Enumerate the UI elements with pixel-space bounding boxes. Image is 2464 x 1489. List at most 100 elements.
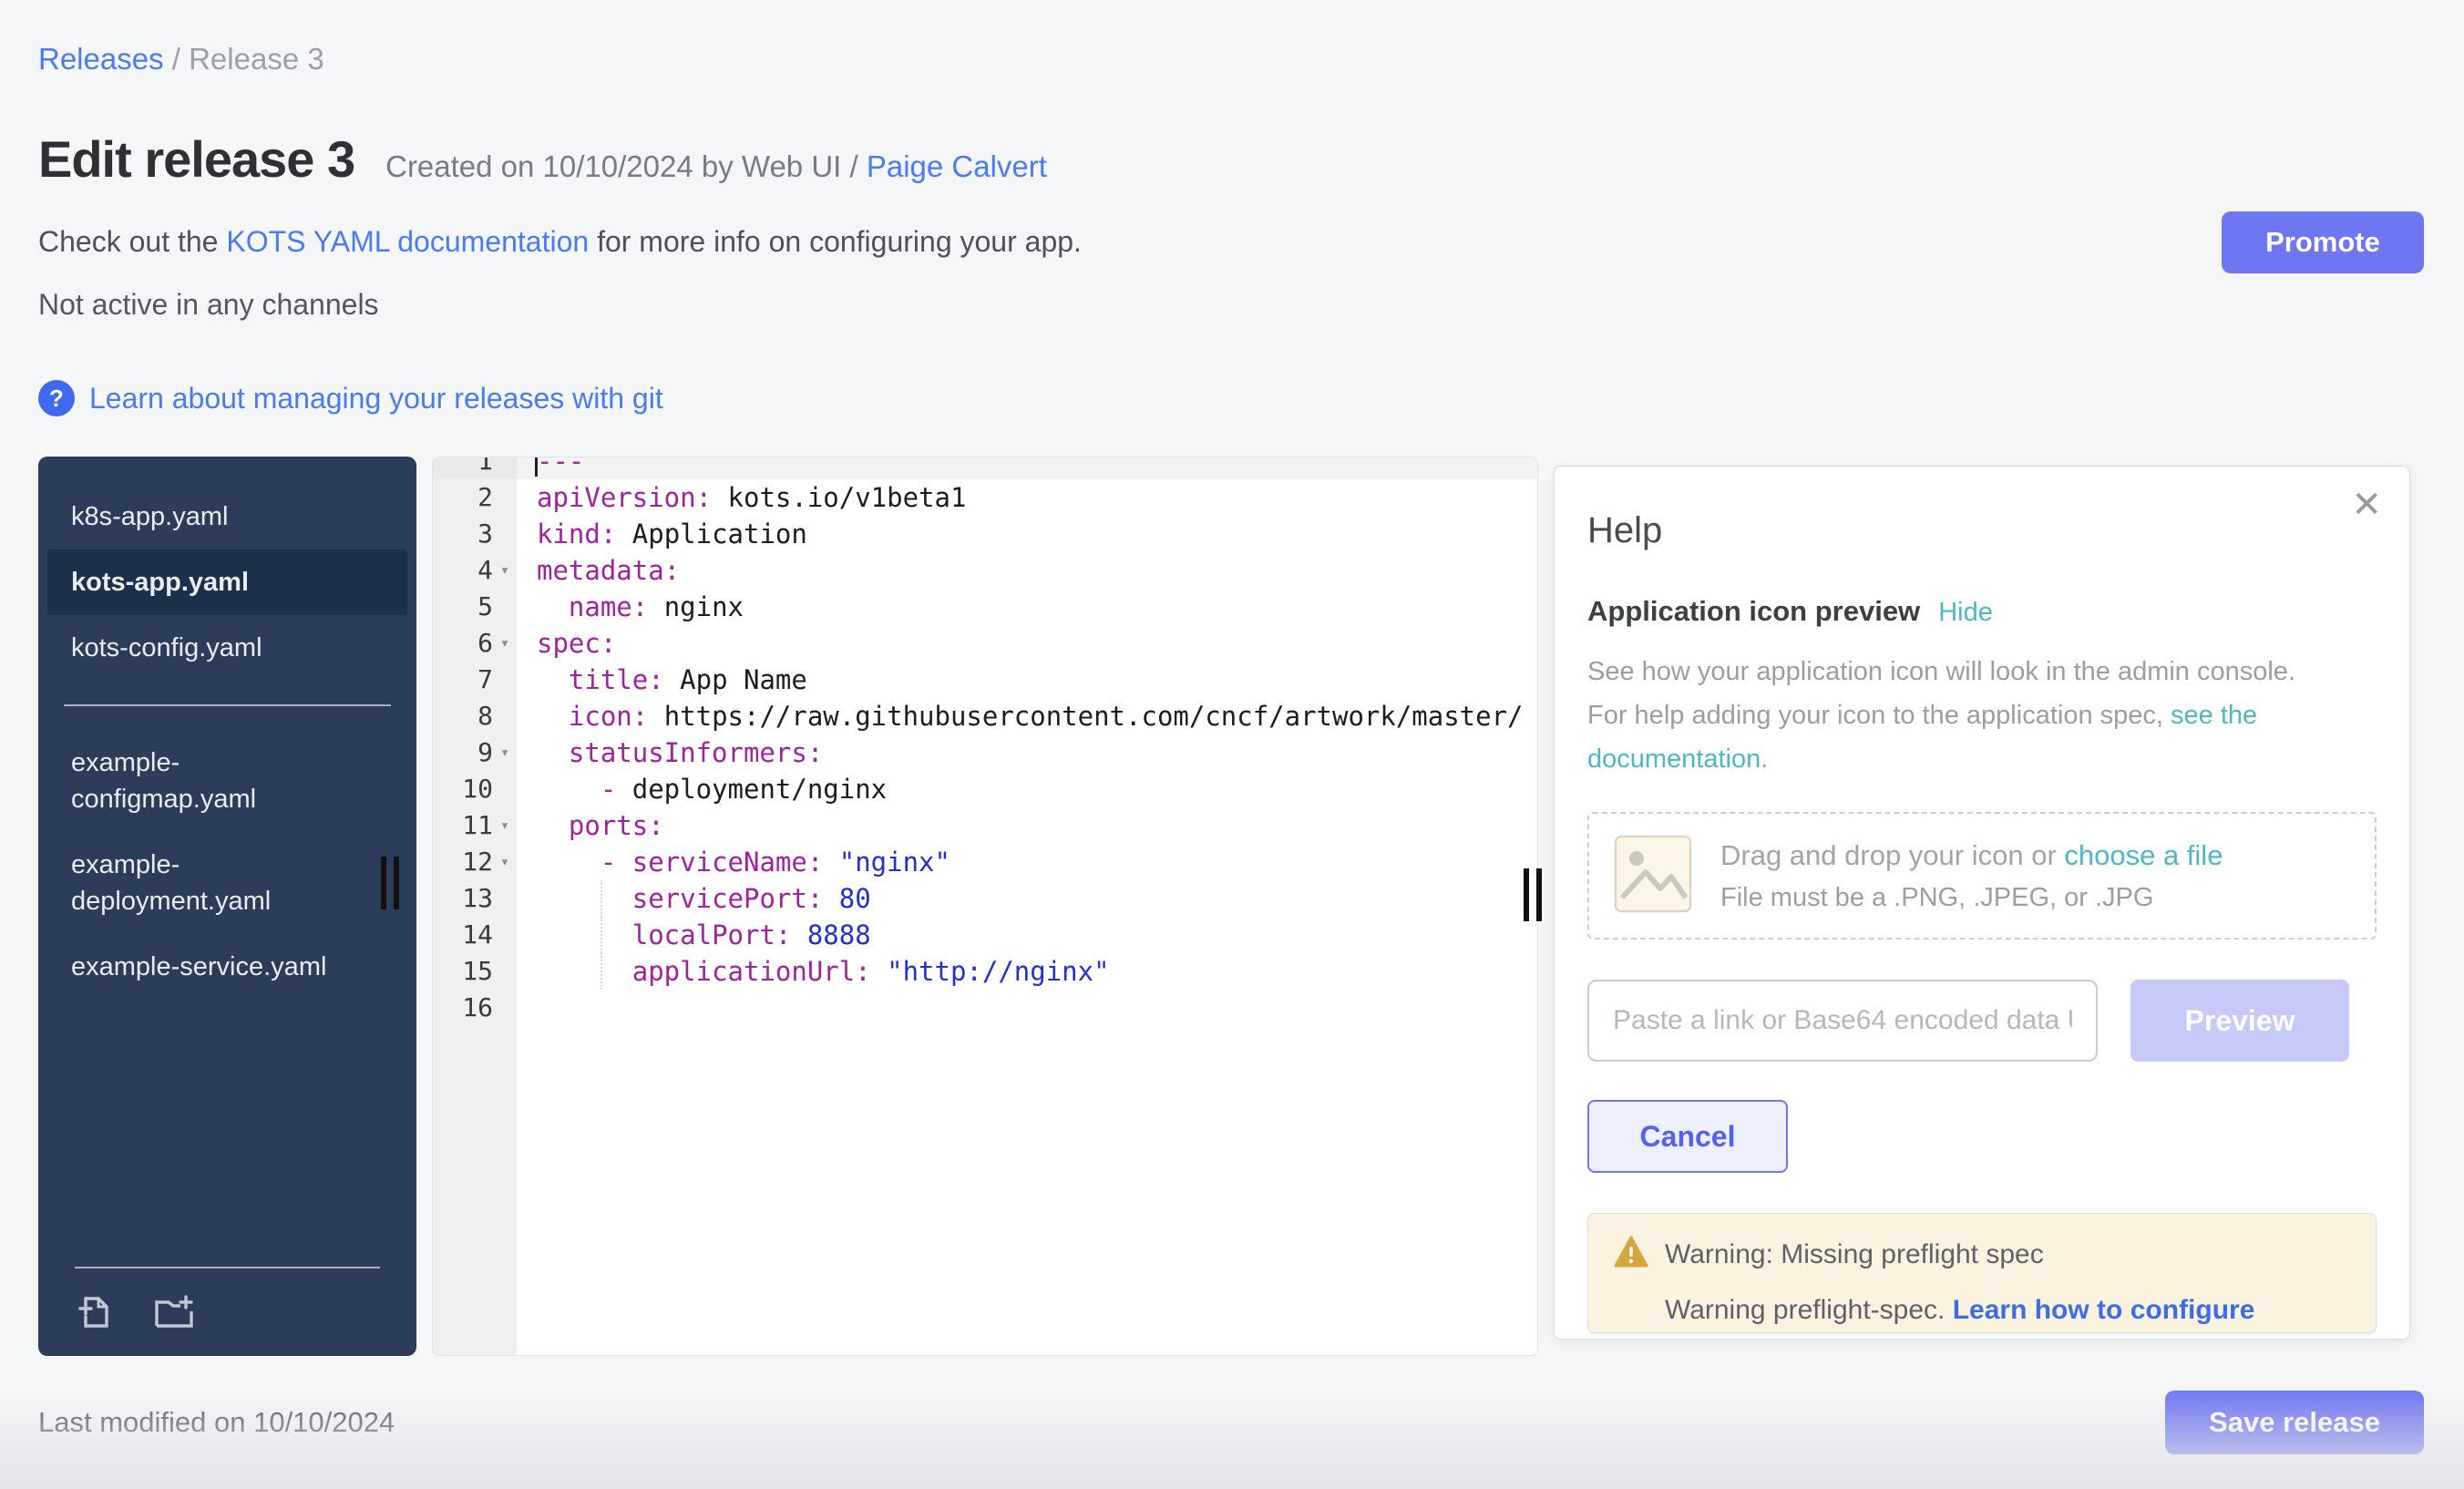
code-text: icon: https://raw.githubusercontent.com/…: [517, 698, 1537, 734]
line-number: 5: [433, 589, 517, 625]
code-line-7[interactable]: 7 title: App Name: [433, 662, 1537, 698]
code-text: ports:: [517, 807, 1537, 844]
warning-icon: [1614, 1236, 1648, 1273]
sidebar-bottom: [38, 1267, 416, 1332]
file-item-kots-config-yaml[interactable]: kots-config.yaml: [38, 615, 416, 681]
git-releases-link[interactable]: Learn about managing your releases with …: [89, 382, 663, 416]
code-text: kind: Application: [517, 516, 1537, 552]
code-line-9[interactable]: 9▾ statusInformers:: [433, 734, 1537, 771]
new-folder-icon[interactable]: [151, 1290, 197, 1332]
section-title: Application icon preview: [1587, 595, 1920, 628]
cancel-button[interactable]: Cancel: [1587, 1100, 1788, 1173]
code-text: metadata:: [517, 552, 1537, 589]
learn-how-to-configure-link[interactable]: Learn how to configure: [1953, 1295, 2255, 1325]
code-text: apiVersion: kots.io/v1beta1: [517, 479, 1537, 516]
code-line-10[interactable]: 10 - deployment/nginx: [433, 771, 1537, 807]
main-content: k8s-app.yamlkots-app.yamlkots-config.yam…: [38, 457, 2410, 1356]
warning-title: Warning: Missing preflight spec: [1665, 1239, 2044, 1270]
code-line-16[interactable]: 16: [433, 990, 1537, 1026]
section-description: See how your application icon will look …: [1587, 650, 2325, 781]
code-text: spec:: [517, 625, 1537, 662]
fold-chevron-icon[interactable]: ▾: [493, 552, 517, 589]
preview-button[interactable]: Preview: [2130, 980, 2349, 1062]
icon-url-input[interactable]: [1587, 980, 2098, 1062]
file-sidebar: k8s-app.yamlkots-app.yamlkots-config.yam…: [38, 457, 416, 1356]
docs-line: Check out the KOTS YAML documentation fo…: [38, 225, 2464, 259]
icon-preview-section-header: Application icon preview Hide: [1587, 595, 2377, 628]
code-line-13[interactable]: 13 servicePort: 80: [433, 880, 1537, 917]
choose-file-link[interactable]: choose a file: [2064, 839, 2223, 871]
code-line-4[interactable]: 4▾metadata:: [433, 552, 1537, 589]
text-cursor: [535, 457, 538, 477]
new-file-icon[interactable]: [75, 1290, 117, 1332]
code-lines: 1---2apiVersion: kots.io/v1beta13kind: A…: [433, 457, 1537, 1026]
kots-yaml-docs-link[interactable]: KOTS YAML documentation: [226, 225, 589, 258]
git-help-row: ? Learn about managing your releases wit…: [38, 380, 2464, 416]
dropzone-hint: File must be a .PNG, .JPEG, or .JPG: [1720, 883, 2223, 913]
question-mark-icon: ?: [38, 380, 75, 416]
code-line-12[interactable]: 12▾ - serviceName: "nginx": [433, 844, 1537, 880]
code-text: applicationUrl: "http://nginx": [517, 953, 1537, 990]
help-title: Help: [1587, 510, 2377, 551]
edit-release-page: Releases / Release 3 Edit release 3 Crea…: [0, 0, 2464, 1489]
yaml-editor[interactable]: 1---2apiVersion: kots.io/v1beta13kind: A…: [432, 457, 1538, 1356]
icon-dropzone[interactable]: Drag and drop your icon or choose a file…: [1587, 812, 2377, 940]
line-number: 6▾: [433, 625, 517, 662]
close-icon[interactable]: ✕: [2351, 487, 2382, 523]
dropzone-label: Drag and drop your icon or choose a file: [1720, 839, 2223, 872]
code-line-3[interactable]: 3kind: Application: [433, 516, 1537, 552]
warning-detail: Warning preflight-spec. Learn how to con…: [1665, 1295, 2350, 1326]
code-text: title: App Name: [517, 662, 1537, 698]
code-text: servicePort: 80: [517, 880, 1537, 917]
line-number: 2: [433, 479, 517, 516]
line-number: 3: [433, 516, 517, 552]
code-text: - deployment/nginx: [517, 771, 1537, 807]
footer: Last modified on 10/10/2024 Save release: [38, 1391, 2424, 1454]
line-number: 9▾: [433, 734, 517, 771]
code-line-8[interactable]: 8 icon: https://raw.githubusercontent.co…: [433, 698, 1537, 734]
code-line-6[interactable]: 6▾spec:: [433, 625, 1537, 662]
title-row: Edit release 3 Created on 10/10/2024 by …: [38, 129, 2464, 189]
hide-link[interactable]: Hide: [1938, 598, 1993, 628]
help-panel: ✕ Help Application icon preview Hide See…: [1554, 466, 2410, 1340]
fold-chevron-icon[interactable]: ▾: [493, 625, 517, 662]
code-line-11[interactable]: 11▾ ports:: [433, 807, 1537, 844]
image-placeholder-icon: [1613, 834, 1693, 919]
code-line-15[interactable]: 15 applicationUrl: "http://nginx": [433, 953, 1537, 990]
file-item-kots-app-yaml[interactable]: kots-app.yaml: [47, 549, 407, 615]
line-number: 16: [433, 990, 517, 1026]
help-resize-handle[interactable]: [1524, 868, 1542, 921]
breadcrumb: Releases / Release 3: [38, 42, 2464, 77]
code-text: ---: [517, 457, 1537, 479]
sidebar-divider: [64, 704, 391, 706]
fold-chevron-icon[interactable]: ▾: [493, 734, 517, 771]
line-number: 10: [433, 771, 517, 807]
fold-chevron-icon[interactable]: ▾: [493, 844, 517, 880]
line-number: 12▾: [433, 844, 517, 880]
line-number: 4▾: [433, 552, 517, 589]
promote-button[interactable]: Promote: [2222, 211, 2424, 273]
file-item-example-deployment-yaml[interactable]: example-deployment.yaml: [38, 832, 416, 934]
line-number: 14: [433, 917, 517, 953]
sidebar-resize-handle[interactable]: [381, 857, 399, 909]
code-line-2[interactable]: 2apiVersion: kots.io/v1beta1: [433, 479, 1537, 516]
line-number: 15: [433, 953, 517, 990]
line-number: 7: [433, 662, 517, 698]
code-line-1[interactable]: 1---: [433, 457, 1537, 479]
code-line-5[interactable]: 5 name: nginx: [433, 589, 1537, 625]
file-list: k8s-app.yamlkots-app.yamlkots-config.yam…: [38, 484, 416, 1000]
file-item-example-service-yaml[interactable]: example-service.yaml: [38, 934, 416, 1000]
file-item-k8s-app-yaml[interactable]: k8s-app.yaml: [38, 484, 416, 549]
save-release-button[interactable]: Save release: [2165, 1391, 2424, 1454]
code-line-14[interactable]: 14 localPort: 8888: [433, 917, 1537, 953]
file-item-example-configmap-yaml[interactable]: example-configmap.yaml: [38, 730, 416, 832]
breadcrumb-separator: /: [172, 42, 189, 76]
breadcrumb-current: Release 3: [189, 42, 324, 76]
breadcrumb-releases-link[interactable]: Releases: [38, 42, 164, 76]
fold-chevron-icon[interactable]: ▾: [493, 807, 517, 844]
preflight-warning: Warning: Missing preflight spec Warning …: [1587, 1213, 2377, 1333]
author-link[interactable]: Paige Calvert: [867, 149, 1047, 183]
line-number: 11▾: [433, 807, 517, 844]
sidebar-actions: [75, 1290, 380, 1332]
line-number: 13: [433, 880, 517, 917]
